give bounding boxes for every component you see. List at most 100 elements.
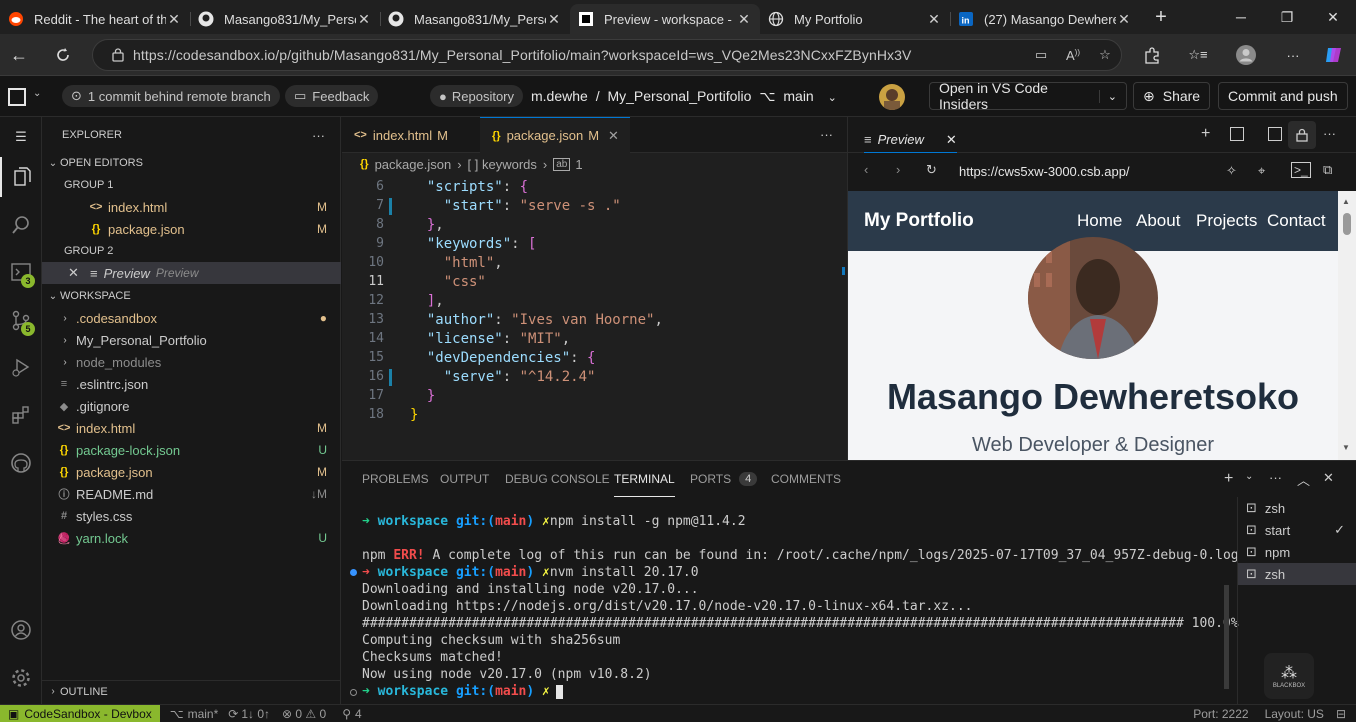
toggle-panel-icon[interactable] (1230, 127, 1244, 141)
restore-icon[interactable]: ❐ (1264, 0, 1310, 34)
terminal-instance[interactable]: ⊡ start ✓ (1238, 519, 1356, 541)
forward-icon[interactable]: › (896, 162, 900, 177)
folder-item[interactable]: › node_modules (42, 351, 341, 373)
status-layout[interactable]: Layout: US (1265, 707, 1324, 721)
share-button[interactable]: ⊕ Share (1133, 82, 1211, 110)
tab-terminal[interactable]: TERMINAL (614, 461, 675, 497)
preview-scrollbar[interactable]: ▲ ▼ (1338, 191, 1356, 460)
status-ports[interactable]: 4 (355, 707, 362, 721)
feedback-button[interactable]: ▭ Feedback (285, 85, 379, 107)
file-item[interactable]: 🧶 yarn.lock U (42, 527, 341, 549)
open-editor-item[interactable]: <> index.html M (42, 196, 341, 218)
nav-home-link[interactable]: Home (1077, 211, 1122, 231)
breadcrumb-file[interactable]: package.json (375, 157, 452, 172)
tab-problems[interactable]: PROBLEMS (362, 461, 429, 497)
file-item[interactable]: ≡ .eslintrc.json (42, 373, 341, 395)
scroll-down-icon[interactable]: ▼ (1342, 443, 1350, 452)
close-tab-icon[interactable]: ✕ (166, 11, 182, 28)
site-brand[interactable]: My Portfolio (864, 210, 974, 232)
settings-gear-icon[interactable] (0, 658, 42, 698)
app-available-icon[interactable]: ▭ (1025, 47, 1057, 63)
remote-indicator[interactable]: ▣ CodeSandbox - Devbox (0, 704, 160, 722)
back-icon[interactable]: ‹ (864, 162, 868, 177)
tab-debug-console[interactable]: DEBUG CONSOLE (505, 461, 610, 497)
terminal-output[interactable]: ➜ workspace git:(main) ✗ npm install -g n… (342, 497, 1239, 705)
back-icon[interactable]: ← (4, 40, 34, 70)
chevron-down-icon[interactable]: ⌄ (1245, 471, 1253, 482)
hamburger-menu-icon[interactable]: ☰ (0, 117, 42, 157)
tab-output[interactable]: OUTPUT (440, 461, 489, 497)
chevron-down-icon[interactable]: ⌄ (1098, 89, 1117, 103)
preview-url[interactable]: https://cws5xw-3000.csb.app/ (959, 164, 1130, 179)
notifications-bell-icon[interactable]: ⊟ (1336, 707, 1346, 721)
file-item[interactable]: {} package-lock.json U (42, 439, 341, 461)
scroll-up-icon[interactable]: ▲ (1342, 197, 1350, 206)
open-editor-item-preview[interactable]: ✕ ≡ Preview Preview (42, 262, 341, 284)
devtools-icon[interactable]: >_ (1291, 162, 1311, 178)
split-editor-icon[interactable] (1268, 127, 1282, 141)
status-sync[interactable]: 1↓ 0↑ (241, 707, 270, 721)
status-branch[interactable]: main* (188, 707, 219, 721)
blackbox-widget[interactable]: ⁂ BLACKBOX (1264, 653, 1314, 699)
source-control-icon[interactable]: 5 (0, 300, 42, 340)
browser-tab-linkedin[interactable]: in (27) Masango Dewheretsoko ✕ (950, 4, 1140, 34)
more-actions-icon[interactable]: ··· (820, 127, 833, 142)
close-window-icon[interactable]: ✕ (1310, 0, 1356, 34)
more-options-icon[interactable]: ··· (1278, 40, 1308, 70)
browser-tab-codesandbox[interactable]: Preview - workspace - CodeSandbox ✕ (570, 4, 760, 34)
repo-path[interactable]: m.dewhe / My_Personal_Portifolio ⌥ main … (531, 88, 837, 105)
minimize-icon[interactable]: ─ (1218, 0, 1264, 34)
file-item[interactable]: {} package.json M (42, 461, 341, 483)
close-tab-icon[interactable]: ✕ (926, 11, 942, 28)
favorites-icon[interactable]: ☆≡ (1183, 40, 1213, 70)
close-icon[interactable]: ✕ (68, 265, 82, 281)
breadcrumb-item[interactable]: 1 (575, 157, 582, 172)
editor-tab-package-json[interactable]: {} package.json M ✕ (480, 117, 630, 153)
open-in-vscode-button[interactable]: Open in VS Code Insiders ⌄ (929, 80, 1127, 112)
close-tab-icon[interactable]: ✕ (1116, 11, 1132, 28)
reload-icon[interactable]: ↻ (926, 162, 937, 178)
site-info-icon[interactable] (103, 48, 133, 62)
scrollbar-thumb[interactable] (1343, 213, 1351, 235)
outline-section[interactable]: › OUTLINE (42, 680, 341, 702)
code-area[interactable]: 6 "scripts": {7 "start": "serve -s ." 8 }… (342, 175, 847, 460)
copilot-icon[interactable] (1319, 40, 1349, 70)
explorer-icon[interactable] (0, 157, 42, 197)
commit-status-badge[interactable]: ⊙ 1 commit behind remote branch (62, 85, 280, 107)
folder-item[interactable]: › My_Personal_Portfolio (42, 329, 341, 351)
nav-projects-link[interactable]: Projects (1196, 211, 1257, 231)
commit-and-push-button[interactable]: Commit and push (1218, 82, 1348, 110)
repository-button[interactable]: ● Repository (430, 85, 523, 107)
status-problems[interactable]: ⊗ 0 ⚠ 0 (282, 707, 326, 721)
lock-icon[interactable] (1288, 121, 1316, 149)
browser-tab-github-1[interactable]: Masango831/My_Personal_Portifolio ✕ (190, 4, 380, 34)
browser-tab-reddit[interactable]: Reddit - The heart of the internet ✕ (0, 4, 190, 34)
breadcrumb-keywords[interactable]: [ ] keywords (468, 157, 537, 172)
status-port[interactable]: Port: 2222 (1193, 707, 1248, 721)
file-item[interactable]: # styles.css (42, 505, 341, 527)
terminal-scrollbar[interactable] (1224, 585, 1229, 689)
url-field[interactable]: https://codesandbox.io/p/github/Masango8… (92, 39, 1122, 71)
add-icon[interactable]: + (1201, 125, 1210, 143)
preview-tab[interactable]: ≡ Preview ✕ (864, 127, 957, 153)
close-tab-icon[interactable]: ✕ (608, 128, 619, 144)
close-panel-icon[interactable]: ✕ (1323, 470, 1334, 486)
terminal-instance[interactable]: ⊡ zsh (1238, 497, 1356, 519)
terminal-instance[interactable]: ⊡ zsh (1238, 563, 1356, 585)
user-avatar[interactable] (879, 84, 905, 110)
extensions-icon[interactable] (1137, 40, 1167, 70)
new-terminal-icon[interactable]: + (1224, 470, 1233, 488)
github-icon[interactable] (0, 443, 42, 483)
run-debug-icon[interactable] (0, 347, 42, 387)
close-tab-icon[interactable]: ✕ (546, 11, 562, 28)
tab-ports[interactable]: PORTS 4 (690, 461, 758, 497)
tab-comments[interactable]: COMMENTS (771, 461, 841, 497)
open-editors-section[interactable]: ⌄ OPEN EDITORS (42, 152, 341, 174)
profile-avatar[interactable] (1231, 40, 1261, 70)
close-tab-icon[interactable]: ✕ (946, 132, 957, 148)
terminal-instance[interactable]: ⊡ npm (1238, 541, 1356, 563)
file-item[interactable]: ◆ .gitignore (42, 395, 341, 417)
favorite-star-icon[interactable]: ☆ (1089, 47, 1121, 63)
close-tab-icon[interactable]: ✕ (356, 11, 372, 28)
file-item[interactable]: <> index.html M (42, 417, 341, 439)
